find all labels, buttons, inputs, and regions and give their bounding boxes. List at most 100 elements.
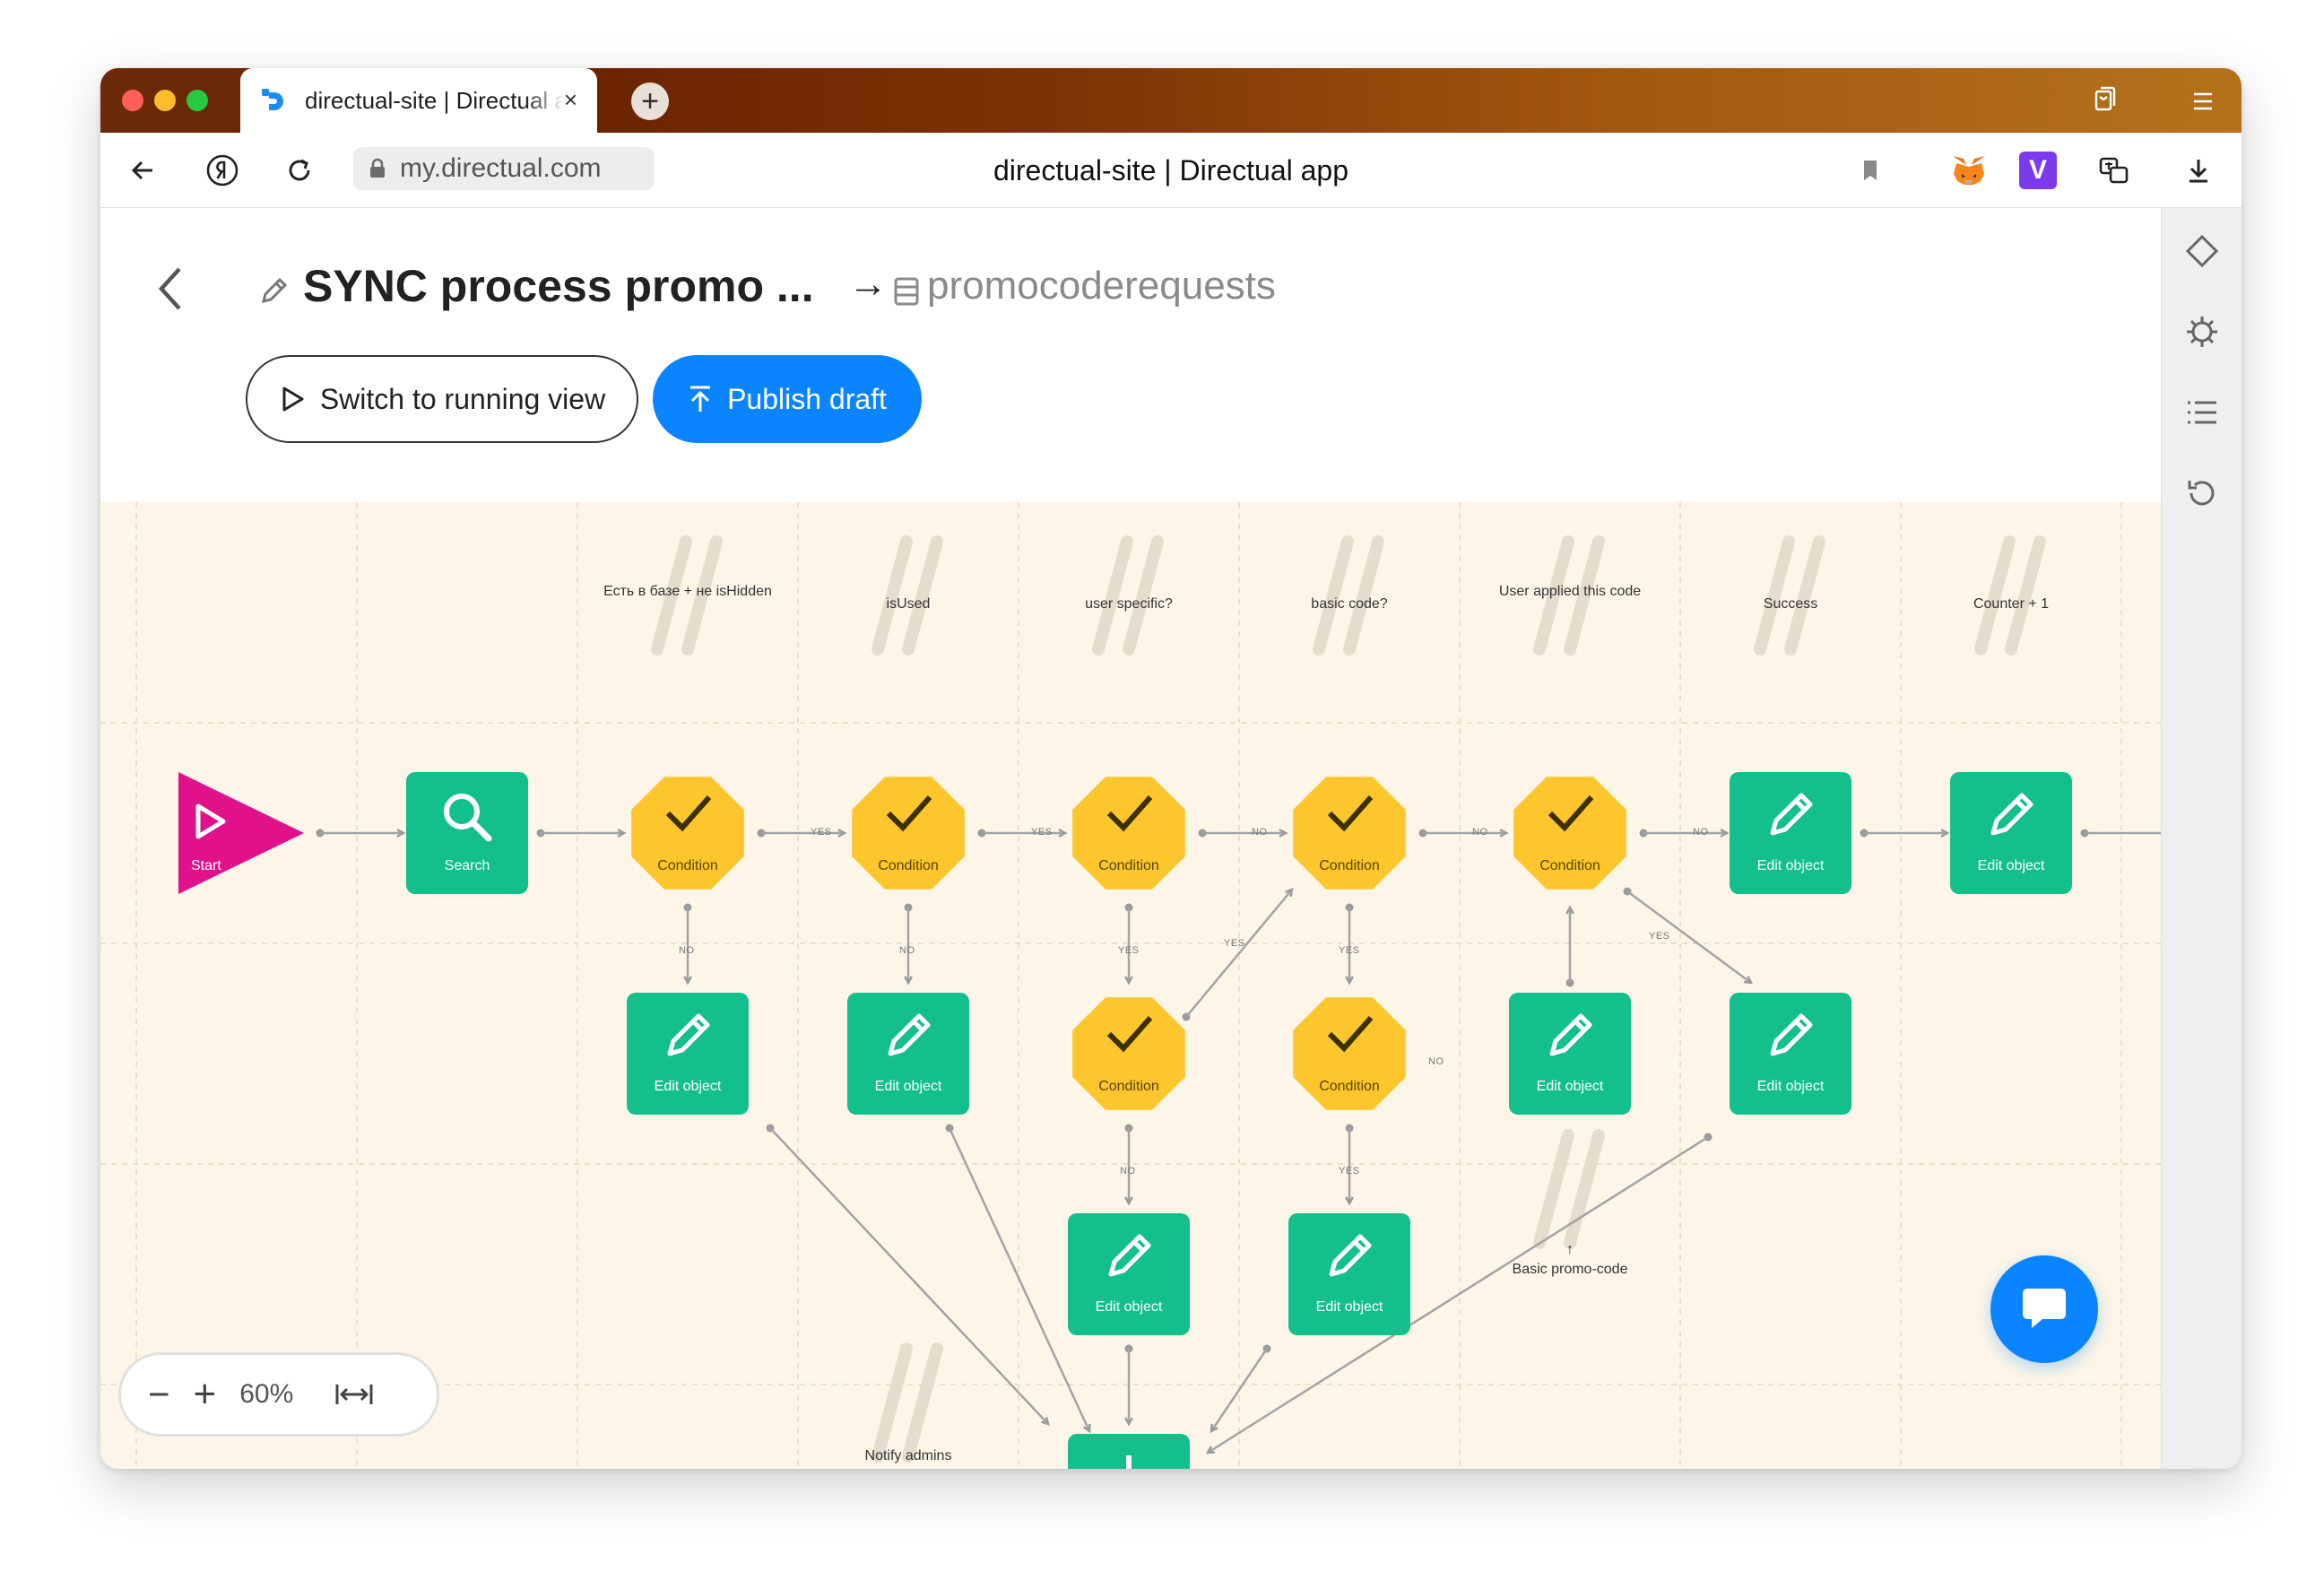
column-comment: isUsed [886, 596, 931, 612]
edge-label: YES [1339, 945, 1360, 956]
condition-node[interactable]: Condition [1288, 993, 1410, 1115]
condition-node[interactable]: Condition [1509, 772, 1631, 894]
condition-node[interactable]: Condition [627, 772, 749, 894]
search-node[interactable]: Search [406, 772, 528, 894]
edit-object-node[interactable]: Edit object [1288, 1213, 1410, 1335]
edit-object-node[interactable]: Edit object [1730, 772, 1851, 894]
edge-label: NO [899, 945, 915, 956]
switch-to-running-view-button[interactable]: Switch to running view [246, 355, 638, 443]
edge-label: YES [1339, 1166, 1360, 1177]
pencil-icon [1068, 1229, 1190, 1292]
node-label: Start [191, 858, 221, 873]
node-label: Condition [1098, 1079, 1159, 1094]
column-comment: User applied this code [1498, 584, 1642, 599]
edge-label: NO [1693, 827, 1709, 838]
tab-title: directual-site | Directual app [305, 86, 565, 114]
node-label: Edit object [654, 1079, 722, 1094]
pencil-icon [1950, 788, 2072, 851]
play-icon [187, 799, 232, 848]
page-content: SYNC process promo ... → promocodereques… [100, 208, 2242, 1469]
condition-node[interactable]: Condition [1068, 772, 1190, 894]
diamond-icon[interactable] [2184, 233, 2220, 269]
download-icon[interactable] [2181, 152, 2216, 188]
checkmark-icon [1288, 788, 1410, 851]
node-label: Condition [1319, 858, 1380, 873]
edit-object-node[interactable]: Edit object [1730, 993, 1851, 1115]
node-label: Condition [1098, 858, 1159, 873]
data-structure-link[interactable]: promocoderequests [927, 264, 1276, 308]
chevron-left-icon[interactable] [152, 264, 188, 314]
vpn-extension-icon[interactable]: V [2019, 152, 2057, 189]
node-label: Edit object [1536, 1079, 1604, 1094]
comment-slash-marks [872, 1342, 943, 1463]
pencil-icon[interactable] [258, 276, 289, 307]
create-object-node[interactable]: Create object [1068, 1434, 1190, 1469]
node-label: Condition [878, 858, 939, 873]
pencil-icon [847, 1009, 969, 1072]
publish-draft-button[interactable]: Publish draft [653, 355, 922, 443]
menu-icon[interactable] [2191, 90, 2215, 113]
column-comment: basic code? [1311, 596, 1388, 612]
bookmark-icon[interactable] [1852, 152, 1888, 188]
checkmark-icon [627, 788, 749, 851]
edge-label: NO [1120, 1166, 1136, 1177]
tab-collections-icon[interactable] [2093, 86, 2118, 113]
scenario-canvas[interactable]: YESYESNONONONONONOYESYESYESYESYESNONOYES… [100, 502, 2176, 1469]
condition-node[interactable]: Condition [1288, 772, 1410, 894]
play-icon [282, 386, 304, 412]
scenario-title: SYNC process promo ... [303, 261, 814, 311]
support-chat-button[interactable] [1990, 1255, 2098, 1363]
edit-object-node[interactable]: Edit object [1068, 1213, 1190, 1335]
edge-line [1626, 890, 1752, 985]
list-icon[interactable] [2184, 395, 2220, 430]
zoom-controls: − + 60% [118, 1352, 439, 1437]
history-icon[interactable] [2184, 475, 2220, 511]
metamask-fox-icon[interactable] [1949, 151, 1989, 190]
canvas-note: ↑ [1566, 1242, 1574, 1257]
checkmark-icon [847, 788, 969, 851]
node-label: Edit object [1756, 1079, 1825, 1094]
new-tab-button[interactable]: + [631, 82, 669, 120]
edit-object-node[interactable]: Edit object [847, 993, 969, 1115]
node-label: Edit object [1315, 1299, 1383, 1315]
minimize-window-button[interactable] [154, 90, 176, 111]
close-window-button[interactable] [122, 90, 143, 111]
checkmark-icon [1509, 788, 1631, 851]
directual-logo-icon [262, 89, 283, 110]
node-label: Search [444, 858, 490, 873]
node-label: Edit object [1977, 858, 2045, 873]
translate-extension-icon[interactable] [2096, 152, 2132, 188]
edit-object-node[interactable]: Edit object [1950, 772, 2072, 894]
browser-tab-active[interactable]: directual-site | Directual app × [240, 68, 597, 133]
zoom-level: 60% [239, 1379, 294, 1409]
chat-icon [2023, 1289, 2066, 1328]
edge-label: YES [1224, 938, 1245, 949]
canvas-note: Basic promo-code [1512, 1262, 1628, 1277]
zoom-out-button[interactable]: − [148, 1376, 170, 1413]
column-comment: Success [1763, 596, 1818, 612]
column-comment: Есть в базе + не isHidden [603, 584, 772, 599]
pencil-icon [1730, 788, 1851, 851]
condition-node[interactable]: Condition [1068, 993, 1190, 1115]
edit-object-node[interactable]: Edit object [627, 993, 749, 1115]
zoom-in-button[interactable]: + [194, 1375, 217, 1414]
gear-icon[interactable] [2184, 314, 2220, 350]
tab-close-icon[interactable]: × [564, 86, 577, 114]
node-label: Edit object [874, 1079, 942, 1094]
pencil-icon [1509, 1009, 1631, 1072]
canvas-note: Notify admins [864, 1448, 952, 1463]
pencil-icon [1288, 1229, 1410, 1292]
checkmark-icon [1288, 1009, 1410, 1072]
edge-label: YES [1118, 945, 1140, 956]
fit-width-icon[interactable] [334, 1381, 374, 1408]
plus-icon [1068, 1450, 1190, 1469]
comment-slash-marks [1533, 1129, 1605, 1249]
checkmark-icon [1068, 788, 1190, 851]
start-node[interactable]: Start [178, 772, 304, 894]
search-icon [406, 788, 528, 851]
pencil-icon [2171, 1009, 2176, 1072]
edit-object-node[interactable]: Edit object [1509, 993, 1631, 1115]
edge-label: NO [1472, 827, 1488, 838]
maximize-window-button[interactable] [186, 90, 208, 111]
condition-node[interactable]: Condition [847, 772, 969, 894]
